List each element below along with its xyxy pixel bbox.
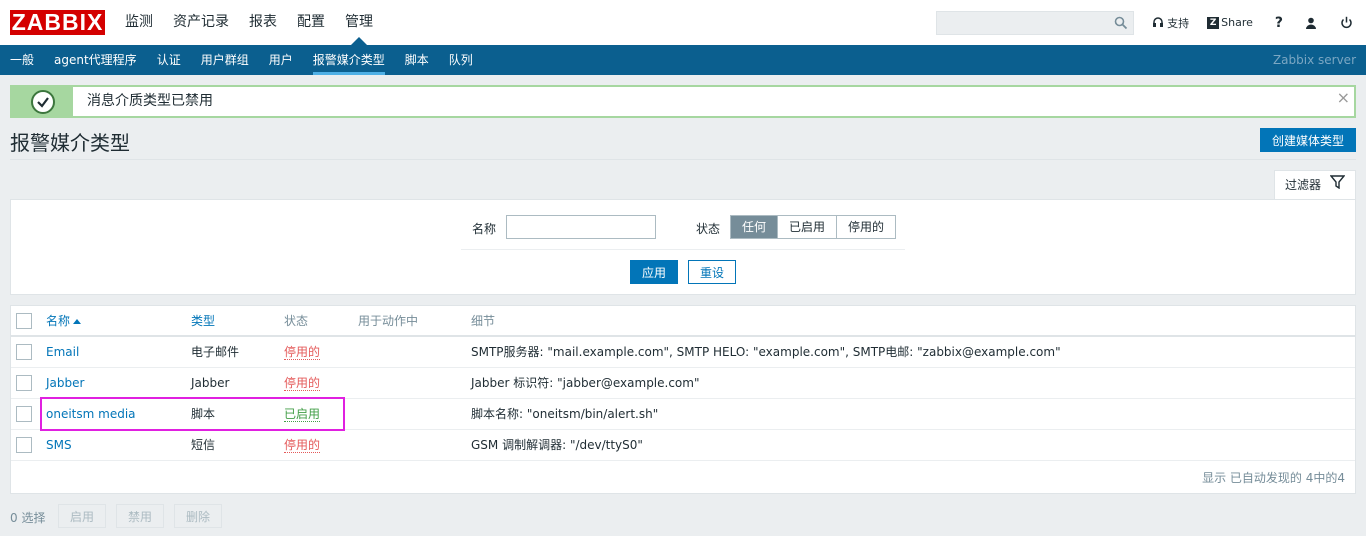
search-icon[interactable] — [1114, 16, 1128, 30]
filter-tab-label: 过滤器 — [1285, 178, 1322, 192]
status-option-any[interactable]: 任何 — [731, 216, 778, 238]
check-icon — [31, 90, 55, 114]
header-used-in-actions: 用于动作中 — [358, 314, 419, 328]
media-details: Jabber 标识符: "jabber@example.com" — [471, 376, 700, 390]
selected-count: 0 选择 — [10, 511, 46, 525]
reset-button[interactable]: 重设 — [688, 260, 736, 284]
submenu-general[interactable]: 一般 — [0, 45, 44, 75]
submenu-proxies[interactable]: agent代理程序 — [44, 45, 147, 75]
zabbix-logo[interactable]: ZABBIX — [10, 10, 105, 35]
apply-button[interactable]: 应用 — [630, 260, 678, 284]
media-name-link[interactable]: Email — [46, 337, 79, 367]
select-all-checkbox[interactable] — [16, 313, 32, 329]
main-menu: 监测 资产记录 报表 配置 管理 — [115, 0, 383, 45]
submenu-media-types[interactable]: 报警媒介类型 — [303, 45, 395, 75]
menu-inventory[interactable]: 资产记录 — [163, 0, 239, 45]
status-toggle[interactable]: 停用的 — [284, 345, 321, 360]
create-media-type-button[interactable]: 创建媒体类型 — [1260, 128, 1356, 152]
search-input[interactable] — [936, 11, 1134, 35]
table-header: 名称 类型 状态 用于动作中 细节 — [11, 306, 1355, 337]
row-checkbox[interactable] — [16, 344, 32, 360]
submenu-queue[interactable]: 队列 — [439, 45, 483, 75]
row-highlight-box — [40, 397, 345, 431]
submenu-scripts[interactable]: 脚本 — [395, 45, 439, 75]
row-checkbox[interactable] — [16, 437, 32, 453]
media-type: 电子邮件 — [191, 345, 240, 359]
row-checkbox[interactable] — [16, 375, 32, 391]
message-icon-box — [12, 87, 73, 116]
menu-reports[interactable]: 报表 — [239, 0, 287, 45]
media-details: SMTP服务器: "mail.example.com", SMTP HELO: … — [471, 345, 1061, 359]
filter-tab[interactable]: 过滤器 — [1274, 170, 1356, 201]
menu-configuration[interactable]: 配置 — [287, 0, 335, 45]
filter-name-label: 名称 — [472, 222, 497, 236]
share-link[interactable]: Z Share — [1207, 16, 1253, 29]
status-option-disabled[interactable]: 停用的 — [836, 216, 896, 238]
power-icon — [1341, 16, 1352, 29]
header-name[interactable]: 名称 — [46, 306, 82, 336]
media-type: 短信 — [191, 438, 216, 452]
headset-icon — [1153, 16, 1164, 27]
top-header: ZABBIX 监测 资产记录 报表 配置 管理 支持 Z Share ? — [0, 0, 1366, 45]
status-option-enabled[interactable]: 已启用 — [777, 216, 837, 238]
media-details: 脚本名称: "oneitsm/bin/alert.sh" — [471, 407, 659, 421]
row-checkbox[interactable] — [16, 406, 32, 422]
media-name-link[interactable]: SMS — [46, 430, 72, 460]
header-details: 细节 — [471, 314, 496, 328]
submenu-users[interactable]: 用户 — [259, 45, 303, 75]
message-text: 消息介质类型已禁用 — [87, 93, 213, 109]
server-name: Zabbix server — [1272, 53, 1356, 67]
user-profile-link[interactable] — [1305, 17, 1320, 29]
filter-name-input[interactable] — [506, 215, 656, 239]
filter-icon — [1330, 175, 1345, 189]
help-link[interactable]: ? — [1275, 15, 1283, 31]
enable-button[interactable]: 启用 — [58, 504, 106, 528]
filter-panel: 名称 状态 任何 已启用 停用的 应用 重设 — [10, 199, 1356, 295]
paging-info: 显示 已自动发现的 4中的4 — [1202, 471, 1345, 485]
table-row: SMS 短信 停用的 GSM 调制解调器: "/dev/ttyS0" — [11, 430, 1355, 461]
sub-menu: 一般 agent代理程序 认证 用户群组 用户 报警媒介类型 脚本 队列 Zab… — [0, 45, 1366, 75]
share-label: Share — [1221, 16, 1253, 29]
top-links: 支持 Z Share ? — [1134, 0, 1356, 45]
submenu-user-groups[interactable]: 用户群组 — [191, 45, 259, 75]
help-icon: ? — [1274, 14, 1283, 31]
submenu-authentication[interactable]: 认证 — [147, 45, 191, 75]
zabbix-share-icon: Z — [1207, 16, 1220, 29]
status-toggle[interactable]: 停用的 — [284, 438, 321, 453]
header-type[interactable]: 类型 — [191, 306, 215, 336]
media-details: GSM 调制解调器: "/dev/ttyS0" — [471, 438, 643, 452]
header-status: 状态 — [284, 314, 309, 328]
media-type: Jabber — [191, 376, 230, 390]
support-link[interactable]: 支持 — [1152, 15, 1189, 31]
menu-monitoring[interactable]: 监测 — [115, 0, 163, 45]
table-row: Email 电子邮件 停用的 SMTP服务器: "mail.example.co… — [11, 337, 1355, 368]
media-name-link[interactable]: Jabber — [46, 368, 84, 398]
close-icon[interactable]: × — [1337, 88, 1350, 107]
sign-out-link[interactable] — [1340, 16, 1356, 29]
sort-asc-icon — [73, 319, 82, 324]
filter-status-label: 状态 — [696, 222, 721, 236]
success-message: 消息介质类型已禁用 × — [10, 85, 1356, 118]
title-divider — [10, 159, 1356, 160]
menu-administration[interactable]: 管理 — [335, 0, 383, 45]
delete-button[interactable]: 删除 — [174, 504, 222, 528]
disable-button[interactable]: 禁用 — [116, 504, 164, 528]
table-row: Jabber Jabber 停用的 Jabber 标识符: "jabber@ex… — [11, 368, 1355, 399]
support-label: 支持 — [1167, 16, 1190, 30]
page-title: 报警媒介类型 — [10, 131, 130, 155]
filter-divider — [461, 249, 905, 250]
filter-status-group: 任何 已启用 停用的 — [730, 215, 897, 239]
user-icon — [1306, 17, 1316, 29]
status-toggle[interactable]: 停用的 — [284, 376, 321, 391]
